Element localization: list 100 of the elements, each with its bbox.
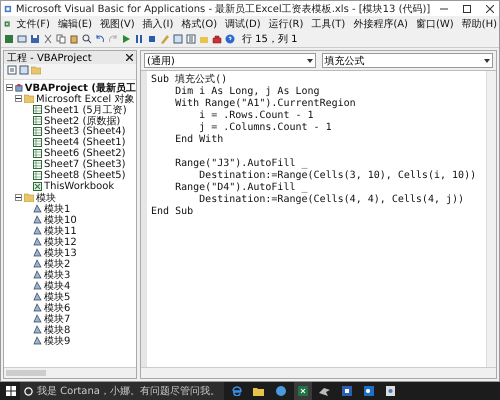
code-line: Range("J3").AutoFill _ — [174, 158, 309, 170]
folder-icon — [24, 193, 34, 202]
collapse-toggle[interactable] — [15, 194, 22, 201]
tree-item[interactable]: 模块10 — [44, 212, 77, 226]
dropdown-arrow-icon — [306, 58, 312, 62]
paste-icon[interactable] — [69, 34, 79, 44]
close-icon[interactable] — [126, 54, 133, 61]
tree-item[interactable]: 模块9 — [44, 334, 70, 348]
menu-item[interactable]: 文件(F) — [14, 16, 52, 30]
menu-item[interactable]: 工具(T) — [309, 16, 348, 30]
collapse-toggle[interactable] — [15, 95, 22, 102]
document-icon — [342, 386, 352, 396]
code-line: Destination:=Range(Cells(3, 10), Cells(i, 10)) — [198, 170, 478, 182]
menu-item[interactable]: 窗口(W) — [414, 16, 456, 30]
sheet-icon — [33, 149, 42, 158]
tree-item[interactable]: 模块8 — [44, 322, 70, 336]
tree-item[interactable]: 模块6 — [44, 300, 70, 314]
menu-item[interactable]: 帮助(H) — [460, 16, 499, 30]
toolbox-icon[interactable] — [212, 34, 222, 44]
save-icon[interactable] — [30, 34, 40, 44]
code-line: Dim i As Long, j As Long — [174, 86, 321, 98]
menu-item[interactable]: 视图(V) — [98, 16, 137, 30]
sheet-icon — [33, 171, 42, 180]
tree-item[interactable]: 模块1 — [44, 202, 70, 216]
code-line: Range("D4").AutoFill _ — [174, 182, 309, 194]
cursor-position: 行 15，列 1 — [242, 33, 298, 46]
vertical-scrollbar[interactable] — [486, 71, 496, 367]
tree-item[interactable]: 模块 — [36, 190, 56, 204]
tree-item[interactable]: 模块11 — [44, 224, 77, 238]
tree-item[interactable]: Sheet2 (原数据) — [44, 114, 120, 128]
code-line: i = .Rows.Count - 1 — [198, 110, 315, 122]
tree-item[interactable]: Sheet6 (Sheet2) — [44, 148, 126, 159]
code-line: End With — [174, 134, 224, 146]
workbook-icon — [33, 182, 42, 191]
tree-item[interactable]: Sheet7 (Sheet3) — [44, 159, 126, 170]
mail-icon — [364, 386, 374, 396]
horizontal-scrollbar[interactable] — [4, 367, 136, 378]
tree-item[interactable]: 模块7 — [44, 312, 70, 326]
find-icon[interactable] — [82, 34, 92, 44]
sheet-icon — [33, 127, 42, 136]
project-icon — [15, 82, 23, 92]
help-icon[interactable] — [225, 34, 235, 44]
collapse-toggle[interactable] — [6, 84, 13, 91]
procedure-dropdown[interactable]: 填充公式 — [322, 53, 493, 68]
cut-icon[interactable] — [43, 34, 53, 44]
view-object-icon[interactable] — [19, 65, 29, 75]
tree-item[interactable]: Sheet4 (Sheet1) — [44, 137, 126, 148]
code-line: j = .Columns.Count - 1 — [198, 122, 333, 134]
tree-item[interactable]: 模块12 — [44, 234, 77, 248]
taskbar-app[interactable] — [294, 382, 312, 400]
code-line: End Sub — [151, 206, 194, 218]
horizontal-scrollbar[interactable] — [141, 367, 496, 378]
folder-icon — [24, 94, 34, 103]
menu-item[interactable]: 插入(I) — [140, 16, 176, 30]
sheet-icon — [33, 138, 42, 147]
sheet-icon — [33, 160, 42, 169]
menu-item[interactable]: 调试(D) — [223, 16, 263, 30]
tree-item[interactable]: VBAProject (最新员工 — [24, 80, 136, 94]
tree-item[interactable]: ThisWorkbook — [44, 181, 114, 192]
stop-icon[interactable] — [147, 34, 157, 44]
tree-item[interactable]: 模块2 — [44, 256, 70, 270]
object-dropdown[interactable]: (通用) — [144, 53, 316, 68]
search-field[interactable]: 我是 Cortana，小娜。有问题尽管问我。 — [20, 382, 224, 400]
form-icon[interactable] — [17, 34, 27, 44]
copy-icon[interactable] — [56, 34, 66, 44]
code-line: With Range("A1").CurrentRegion — [174, 98, 357, 110]
maximize-icon — [462, 4, 471, 12]
tree-item[interactable]: 模块4 — [44, 278, 70, 292]
tree-item[interactable]: Sheet8 (Sheet5) — [44, 170, 126, 181]
code-line: Sub 填充公式() — [151, 74, 228, 86]
menu-item[interactable]: 运行(R) — [266, 16, 306, 30]
window-title: Microsoft Visual Basic for Applications - 最新员工Excel工资表模板.xls - [模块13 (代码)] — [16, 2, 430, 16]
run-icon[interactable] — [121, 34, 131, 44]
project-explorer-icon[interactable] — [173, 34, 183, 44]
undo-icon[interactable] — [95, 34, 105, 44]
properties-icon[interactable] — [186, 34, 196, 44]
cortana-circle-icon — [24, 386, 33, 396]
bird-icon — [319, 386, 330, 396]
tree-item[interactable]: 模块13 — [44, 246, 77, 260]
tree-item[interactable]: 模块3 — [44, 268, 70, 282]
menu-item[interactable]: 格式(O) — [179, 16, 220, 30]
tree-item[interactable]: 模块5 — [44, 290, 70, 304]
windows-logo-icon[interactable] — [6, 386, 16, 396]
app-icon — [4, 4, 12, 14]
browser-e-icon — [232, 386, 242, 396]
menu-item[interactable]: 外接程序(A) — [351, 16, 410, 30]
code-line: Destination:=Range(Cells(4, 4), Cells(4, j)) — [198, 194, 466, 206]
dropdown-arrow-icon — [484, 58, 490, 62]
spreadsheet-icon[interactable] — [4, 34, 14, 44]
sheet-icon — [33, 116, 42, 125]
menu-item[interactable]: 编辑(E) — [56, 16, 94, 30]
excel-icon[interactable] — [4, 18, 10, 28]
tree-item[interactable]: Sheet1 (5月工资) — [44, 102, 127, 116]
installer-icon — [386, 386, 396, 396]
globe-icon — [276, 386, 286, 396]
pause-icon[interactable] — [134, 34, 144, 44]
view-code-icon[interactable] — [7, 65, 17, 75]
spreadsheet-icon — [298, 386, 308, 396]
tree-item[interactable]: Sheet3 (Sheet4) — [44, 126, 126, 137]
panel-title: 工程 - VBAProject — [7, 52, 92, 64]
